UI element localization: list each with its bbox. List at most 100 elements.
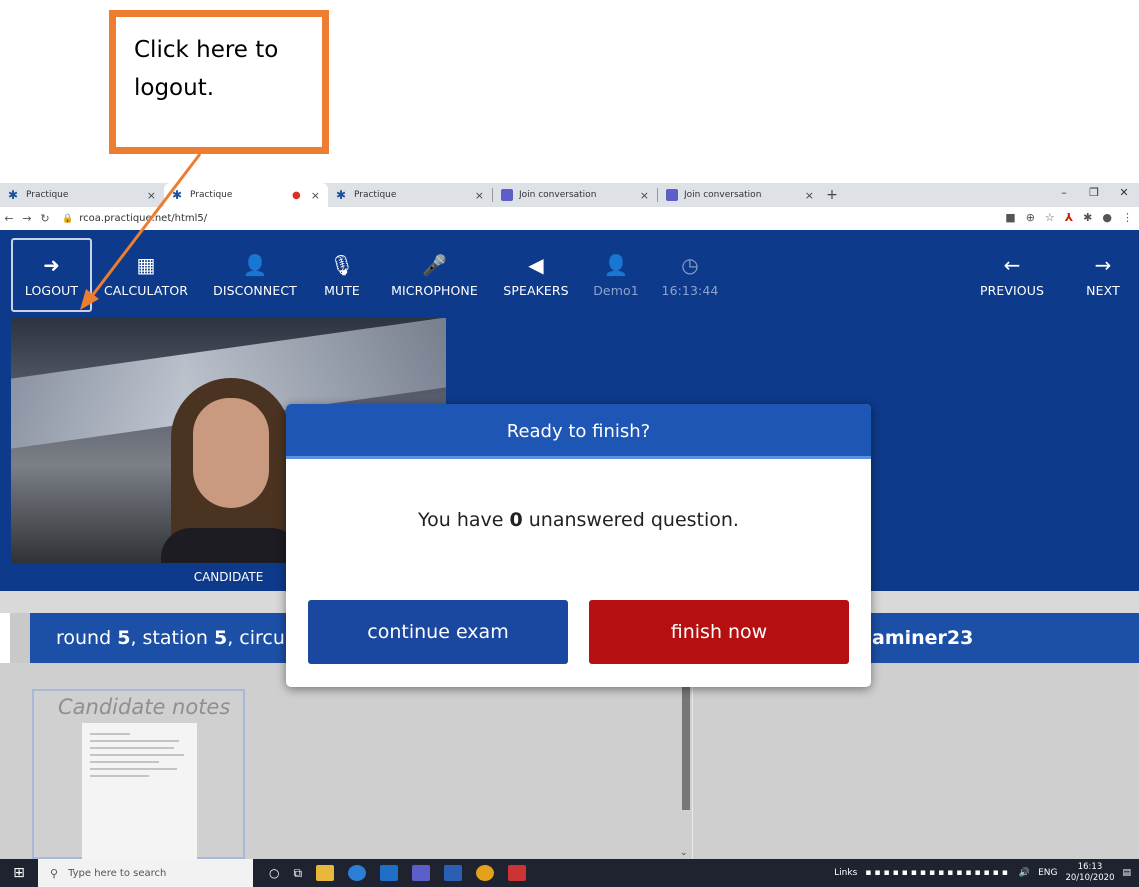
windows-start-icon[interactable]: ⊞ bbox=[0, 865, 38, 881]
microphone-button[interactable]: 🎤 MICROPHONE bbox=[387, 238, 482, 312]
browser-tab-4[interactable]: Join conversation × bbox=[493, 183, 657, 207]
teams-icon bbox=[501, 189, 513, 201]
calculator-icon: ▦ bbox=[136, 252, 156, 277]
instruction-callout: Click here to logout. bbox=[109, 10, 329, 154]
previous-button[interactable]: ← PREVIOUS bbox=[976, 238, 1048, 312]
volume-icon[interactable]: 🔊 bbox=[1019, 868, 1030, 878]
close-icon[interactable]: × bbox=[475, 189, 484, 202]
speakers-button[interactable]: ◀ SPEAKERS bbox=[500, 238, 572, 312]
logout-icon: ➜ bbox=[43, 252, 60, 277]
browser-tab-2[interactable]: ✱ Practique ● × bbox=[164, 183, 328, 207]
links-label[interactable]: Links bbox=[834, 868, 857, 878]
outlook-icon[interactable] bbox=[380, 865, 399, 881]
windows-taskbar: ⊞ ⚲ Type here to search ○ ⧉ Links ▪▪▪▪▪▪… bbox=[0, 859, 1139, 887]
notifications-icon[interactable]: ▤ bbox=[1122, 868, 1131, 878]
edge-icon[interactable] bbox=[348, 865, 367, 881]
info-bar-edge bbox=[10, 613, 30, 663]
disconnect-button[interactable]: 👤 DISCONNECT bbox=[210, 238, 300, 312]
new-tab-button[interactable]: + bbox=[822, 183, 842, 207]
round-label: round bbox=[56, 627, 118, 649]
tray-time: 16:13 bbox=[1077, 862, 1103, 872]
tray-date: 20/10/2020 bbox=[1065, 873, 1115, 883]
browser-tab-3[interactable]: ✱ Practique × bbox=[328, 183, 492, 207]
app-icon[interactable] bbox=[508, 865, 527, 881]
zoom-icon[interactable]: ⊕ bbox=[1026, 211, 1035, 224]
back-icon[interactable]: ← bbox=[0, 212, 18, 225]
dialog-message: You have 0 unanswered question. bbox=[286, 509, 871, 531]
arrow-right-icon: → bbox=[1094, 252, 1112, 277]
previous-label: PREVIOUS bbox=[979, 282, 1045, 298]
arrow-left-icon: ← bbox=[1003, 252, 1021, 277]
close-icon[interactable]: × bbox=[640, 189, 649, 202]
reload-icon[interactable]: ↻ bbox=[36, 212, 54, 225]
next-button[interactable]: → NEXT bbox=[1080, 238, 1126, 312]
minimize-icon[interactable]: – bbox=[1049, 183, 1079, 203]
language-indicator[interactable]: ENG bbox=[1038, 868, 1057, 878]
word-icon[interactable] bbox=[444, 865, 463, 881]
app-toolbar: ➜ LOGOUT ▦ CALCULATOR 👤 DISCONNECT 🎙 MUT… bbox=[0, 230, 1139, 318]
continue-exam-button[interactable]: continue exam bbox=[308, 600, 568, 664]
candidate-notes-card[interactable]: Candidate notes bbox=[32, 689, 245, 859]
clock-time: 16:13:44 bbox=[661, 282, 719, 298]
candidate-image bbox=[161, 378, 301, 563]
microphone-label: MICROPHONE bbox=[391, 282, 478, 298]
calculator-button[interactable]: ▦ CALCULATOR bbox=[104, 238, 188, 312]
tab-title: Practique bbox=[354, 190, 397, 200]
tab-title: Practique bbox=[26, 190, 69, 200]
close-window-icon[interactable]: ✕ bbox=[1109, 183, 1139, 203]
extensions-icon[interactable]: ✱ bbox=[1083, 211, 1092, 224]
task-view-icon[interactable]: ⧉ bbox=[293, 866, 302, 881]
speakers-label: SPEAKERS bbox=[503, 282, 569, 298]
mute-button[interactable]: 🎙 MUTE bbox=[320, 238, 364, 312]
circuit-label: , circu bbox=[227, 627, 285, 649]
browser-tab-5[interactable]: Join conversation × bbox=[658, 183, 822, 207]
menu-icon[interactable]: ⋮ bbox=[1122, 211, 1133, 224]
unanswered-count: 0 bbox=[509, 509, 523, 531]
examiner-name: aminer23 bbox=[872, 627, 974, 649]
user-indicator: 👤 Demo1 bbox=[592, 238, 640, 312]
url-field[interactable]: 🔒 rcoa.practique.net/html5/ bbox=[62, 213, 207, 224]
tab-title: Practique bbox=[190, 190, 233, 200]
microphone-icon: 🎤 bbox=[422, 252, 447, 277]
next-label: NEXT bbox=[1086, 282, 1120, 298]
finish-now-button[interactable]: finish now bbox=[589, 600, 849, 664]
scrollbar-thumb[interactable] bbox=[682, 670, 690, 810]
close-icon[interactable]: × bbox=[805, 189, 814, 202]
tab-title: Join conversation bbox=[684, 190, 762, 200]
teams-app-icon[interactable] bbox=[412, 865, 431, 881]
logout-button[interactable]: ➜ LOGOUT bbox=[11, 238, 92, 312]
restore-icon[interactable]: ❐ bbox=[1079, 183, 1109, 203]
callout-line-2: logout. bbox=[134, 75, 215, 101]
practique-star-icon: ✱ bbox=[8, 188, 19, 202]
scroll-down-icon[interactable]: ⌄ bbox=[680, 848, 688, 858]
practique-star-icon: ✱ bbox=[172, 188, 183, 202]
clock-indicator: ◷ 16:13:44 bbox=[660, 238, 720, 312]
notes-title: Candidate notes bbox=[58, 695, 231, 719]
teams-icon bbox=[666, 189, 678, 201]
message-suffix: unanswered question. bbox=[522, 509, 739, 531]
tray-icons[interactable]: ▪▪▪▪▪▪▪▪▪▪▪▪▪▪▪▪ bbox=[865, 868, 1011, 878]
camera-icon[interactable]: ■ bbox=[1005, 211, 1015, 224]
callout-line-1: Click here to bbox=[134, 37, 279, 63]
profile-icon[interactable]: ● bbox=[1102, 211, 1112, 224]
station-label: , station bbox=[130, 627, 214, 649]
file-explorer-icon[interactable] bbox=[316, 865, 335, 881]
chrome-icon[interactable] bbox=[476, 865, 495, 881]
forward-icon[interactable]: → bbox=[18, 212, 36, 225]
taskbar-search[interactable]: ⚲ Type here to search bbox=[38, 859, 253, 887]
cortana-icon[interactable]: ○ bbox=[269, 866, 279, 880]
user-icon: 👤 bbox=[603, 252, 629, 277]
address-bar: ← → ↻ 🔒 rcoa.practique.net/html5/ ■ ⊕ ☆ … bbox=[0, 207, 1139, 230]
pdf-extension-icon[interactable]: ⅄ bbox=[1065, 211, 1073, 224]
recording-icon: ● bbox=[292, 189, 301, 201]
close-icon[interactable]: × bbox=[311, 189, 320, 202]
close-icon[interactable]: × bbox=[147, 189, 156, 202]
clock-icon: ◷ bbox=[681, 252, 699, 277]
practique-star-icon: ✱ bbox=[336, 188, 347, 202]
message-prefix: You have bbox=[418, 509, 510, 531]
speaker-icon: ◀ bbox=[528, 252, 544, 277]
finish-dialog: Ready to finish? You have 0 unanswered q… bbox=[286, 404, 871, 687]
tray-clock[interactable]: 16:13 20/10/2020 bbox=[1065, 862, 1114, 884]
browser-tab-1[interactable]: ✱ Practique × bbox=[0, 183, 164, 207]
bookmark-star-icon[interactable]: ☆ bbox=[1045, 211, 1055, 224]
